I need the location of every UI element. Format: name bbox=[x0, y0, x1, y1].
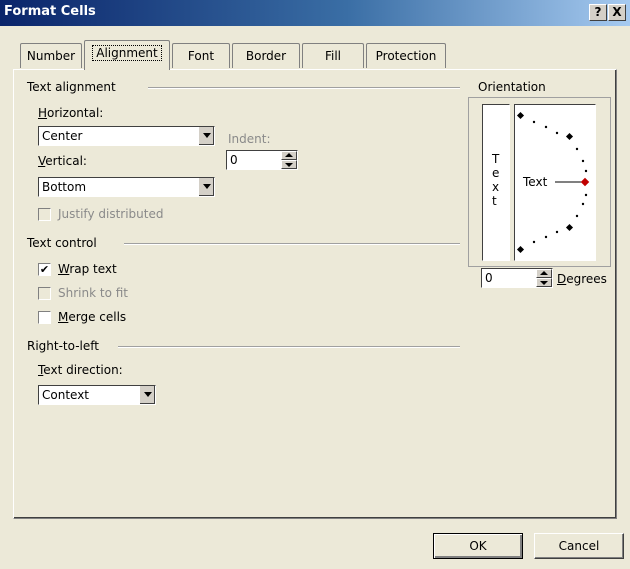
tab-protection[interactable]: Protection bbox=[366, 43, 446, 68]
tab-font[interactable]: Font bbox=[172, 43, 230, 68]
ok-button[interactable]: OK bbox=[433, 533, 523, 559]
title-bar: Format Cells ? X bbox=[0, 0, 630, 26]
tab-number[interactable]: Number bbox=[20, 43, 82, 68]
help-icon: ? bbox=[594, 5, 602, 19]
tab-alignment[interactable]: Alignment bbox=[84, 40, 170, 70]
close-button[interactable]: X bbox=[608, 4, 626, 21]
tab-border[interactable]: Border bbox=[232, 43, 300, 68]
close-icon: X bbox=[612, 5, 622, 19]
tab-fill[interactable]: Fill bbox=[302, 43, 364, 68]
cancel-button[interactable]: Cancel bbox=[534, 533, 624, 559]
window-title: Format Cells bbox=[4, 4, 96, 19]
help-button[interactable]: ? bbox=[589, 4, 607, 21]
format-cells-dialog: Format Cells ? X Number Alignment Font B… bbox=[0, 0, 630, 569]
alignment-panel bbox=[13, 69, 617, 519]
